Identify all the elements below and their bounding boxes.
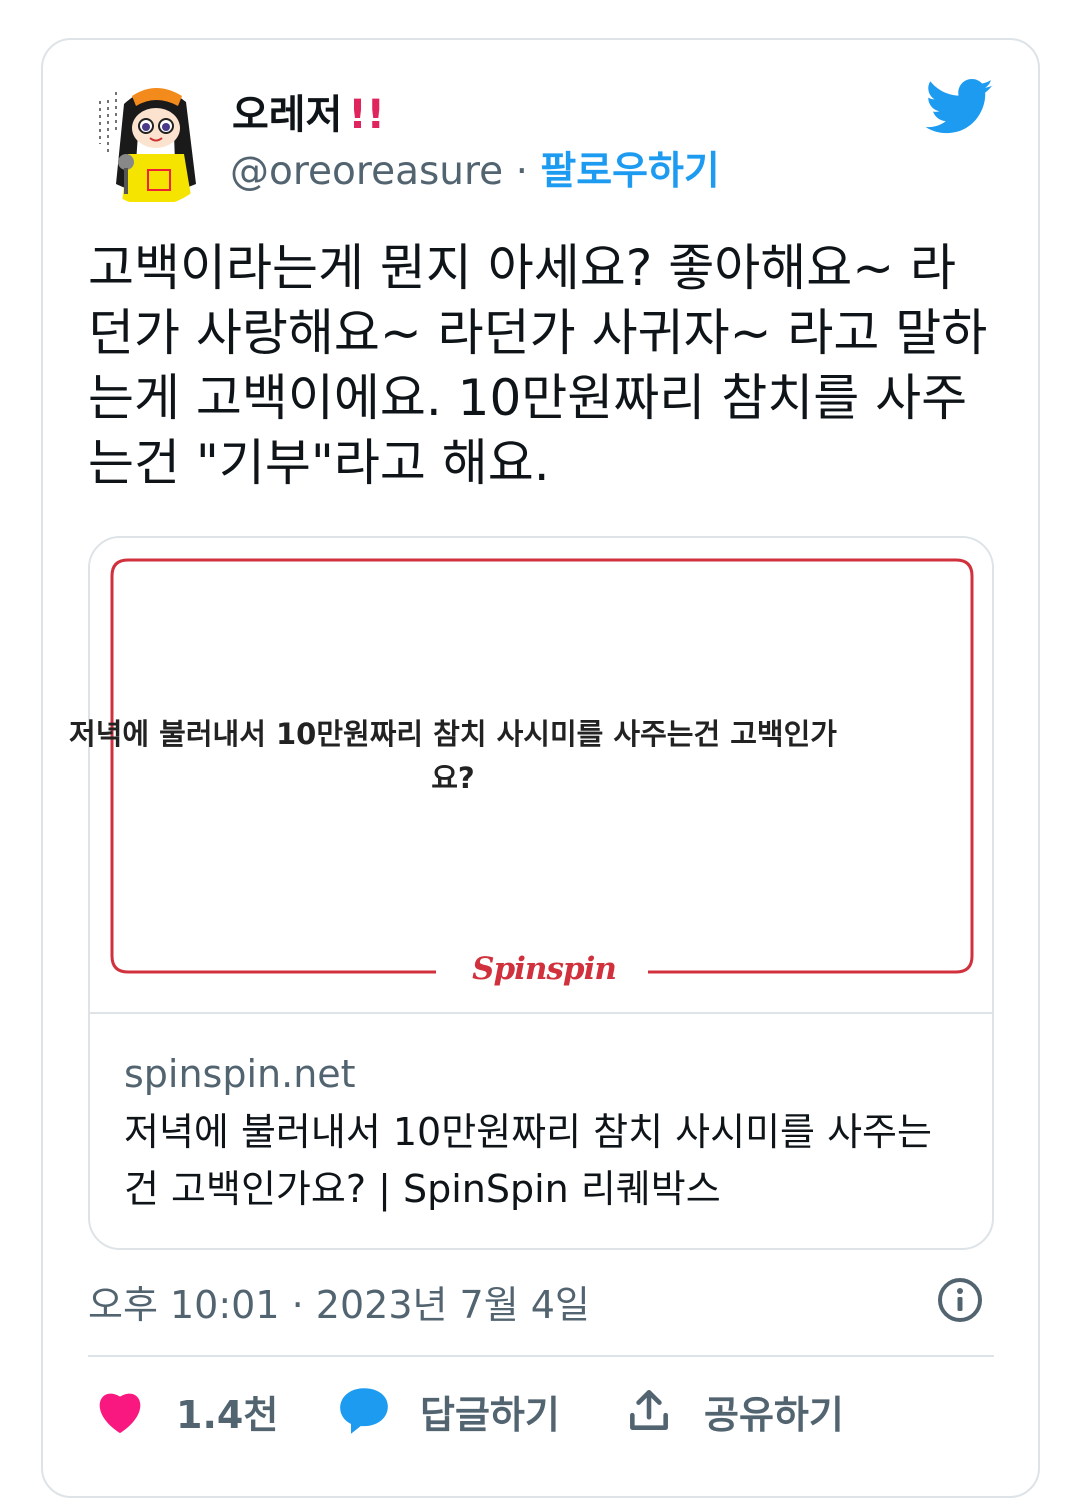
- share-label: 공유하기: [704, 1392, 844, 1437]
- spinspin-brand-logo: Spinspin: [472, 951, 617, 987]
- tweet-time: 오후 10:01: [88, 1283, 280, 1327]
- user-handle[interactable]: @oreoreasure: [230, 149, 503, 194]
- meta-separator: ·: [291, 1283, 304, 1327]
- reply-label: 답글하기: [420, 1392, 560, 1437]
- share-upload-icon: [630, 1389, 668, 1430]
- link-preview-card[interactable]: Spinspin spinspin.net 저녁에 불러내서 10만원짜리 참치…: [88, 536, 994, 1250]
- heart-icon: [99, 1393, 141, 1434]
- speech-bubble-icon: [340, 1388, 388, 1434]
- handle-separator: ·: [515, 149, 528, 194]
- like-button[interactable]: 1.4천: [94, 1384, 278, 1438]
- like-count: 1.4천: [176, 1392, 279, 1437]
- link-title: 저녁에 불러내서 10만원짜리 참치 사시미를 사주는건 고백인가요? | Sp…: [124, 1110, 932, 1211]
- handle-row: @oreoreasure · 팔로우하기: [230, 140, 720, 196]
- timestamp[interactable]: 오후 10:01 · 2023년 7월 4일: [88, 1274, 590, 1329]
- display-name-text: 오레저: [232, 92, 343, 138]
- tweet-date: 2023년 7월 4일: [315, 1283, 590, 1327]
- twitter-bird-icon[interactable]: [926, 78, 994, 136]
- display-name[interactable]: 오레저!!: [232, 82, 385, 140]
- reply-button[interactable]: 답글하기: [338, 1384, 560, 1438]
- tweet-text: 고백이라는게 뭔지 아세요? 좋아해요~ 라던가 사랑해요~ 라던가 사귀자~ …: [88, 239, 988, 492]
- double-exclamation-emoji: !!: [348, 92, 385, 138]
- link-domain: spinspin.net: [124, 1052, 356, 1096]
- follow-button[interactable]: 팔로우하기: [540, 149, 719, 194]
- info-icon[interactable]: [936, 1276, 984, 1324]
- actions-divider: [88, 1355, 994, 1357]
- share-button[interactable]: 공유하기: [624, 1384, 844, 1438]
- avatar[interactable]: [86, 74, 218, 206]
- card-divider: [90, 1012, 992, 1014]
- preview-question-text: 저녁에 불러내서 10만원짜리 참치 사시미를 사주는건 고백인가요?: [69, 717, 837, 795]
